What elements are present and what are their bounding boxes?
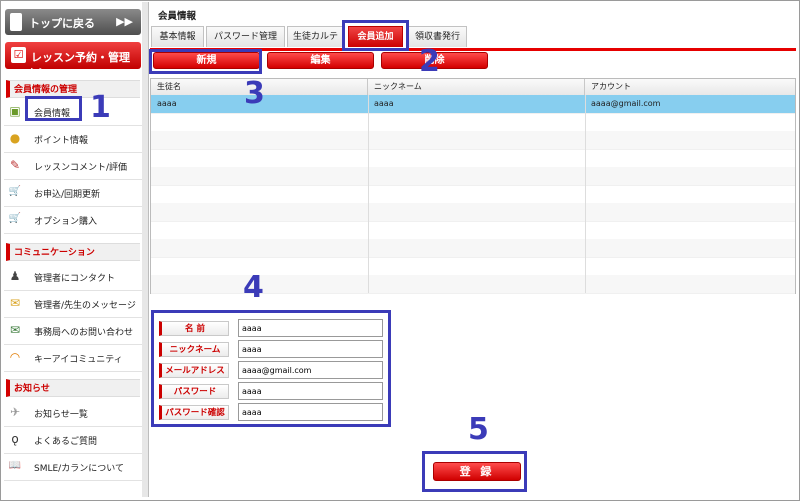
lesson-booking-text: レッスン予約・管理 xyxy=(31,51,130,64)
table-row-empty xyxy=(151,185,795,204)
sidebar-item-label: お知らせ一覧 xyxy=(34,410,88,420)
table-row-empty xyxy=(151,203,795,222)
sidebar-item-label: オプション購入 xyxy=(34,217,98,227)
rainbow-icon: ◠ xyxy=(9,350,21,364)
annotation-number-3: 3 xyxy=(244,76,265,111)
sidebar-item-label: よくあるご質問 xyxy=(34,437,98,447)
tab-basic-info[interactable]: 基本情報 xyxy=(151,26,204,47)
sidebar-item-label: キーアイコミュニティ xyxy=(34,355,123,365)
door-icon xyxy=(10,13,22,31)
sidebar-item-community[interactable]: ◠ キーアイコミュニティ xyxy=(4,344,142,372)
splitter-handle[interactable] xyxy=(142,2,149,497)
edit-button[interactable]: 編集 xyxy=(267,52,374,69)
sidebar-item-label: レッスンコメント/評価 xyxy=(34,163,128,173)
column-header-nickname[interactable]: ニックネーム xyxy=(368,79,585,95)
annotation-box-2 xyxy=(342,20,409,51)
person-icon: ♟ xyxy=(9,269,21,283)
sidebar-item-label: お申込/回期更新 xyxy=(34,190,101,200)
back-to-top-button[interactable]: トップに戻る ▶▶ xyxy=(5,9,141,35)
sidebar-item-label: 管理者にコンタクト xyxy=(34,274,116,284)
lesson-booking-button[interactable]: ☑ レッスン予約・管理 ▶▶ xyxy=(5,42,141,78)
coins-icon: ● xyxy=(9,131,21,145)
microphone-icon: ǫ xyxy=(11,432,19,446)
sidebar-item-label: 事務局へのお問い合わせ xyxy=(34,328,134,338)
section-communication: コミュニケーション xyxy=(6,243,140,261)
annotation-number-2: 2 xyxy=(419,44,440,79)
page-title: 会員情報 xyxy=(158,11,197,22)
annotation-number-5: 5 xyxy=(468,412,489,447)
book-icon: 📖 xyxy=(8,460,22,471)
tab-bar: 基本情報 パスワード管理 生徒カルテ 会員追加 領収書発行 xyxy=(150,26,796,51)
annotation-number-4: 4 xyxy=(243,270,264,305)
double-arrow-icon: ▶▶ xyxy=(31,65,48,78)
annotation-box-1 xyxy=(25,96,82,121)
annotation-box-5 xyxy=(422,451,527,492)
table-row-empty xyxy=(151,239,795,258)
table-row-empty xyxy=(151,221,795,240)
annotation-box-4 xyxy=(151,310,391,427)
column-header-account[interactable]: アカウント xyxy=(585,79,795,95)
section-news: お知らせ xyxy=(6,379,140,397)
sidebar-item-application[interactable]: 🛒 お申込/回期更新 xyxy=(4,179,142,207)
sidebar-item-smle[interactable]: 📖 SMLE/カランについて xyxy=(4,453,142,481)
mail-icon: ✉ xyxy=(9,323,21,337)
sidebar-item-points[interactable]: ● ポイント情報 xyxy=(4,125,142,153)
sidebar-item-messages[interactable]: ✉ 管理者/先生のメッセージ xyxy=(4,290,142,318)
paper-plane-icon: ✈ xyxy=(9,405,21,419)
sidebar-item-label: 管理者/先生のメッセージ xyxy=(34,301,136,311)
column-divider xyxy=(585,95,586,293)
cell-nickname: aaaa xyxy=(374,99,394,108)
sidebar-item-contact-admin[interactable]: ♟ 管理者にコンタクト xyxy=(4,263,142,291)
table-row-empty xyxy=(151,131,795,150)
sidebar-item-inquiry[interactable]: ✉ 事務局へのお問い合わせ xyxy=(4,317,142,345)
table-row-empty xyxy=(151,113,795,132)
sidebar-item-lesson-comment[interactable]: ✎ レッスンコメント/評価 xyxy=(4,152,142,180)
lesson-booking-label: レッスン予約・管理 ▶▶ xyxy=(31,49,141,78)
sidebar-item-label: ポイント情報 xyxy=(34,136,89,146)
member-card-icon: ▣ xyxy=(9,104,21,118)
annotation-box-3 xyxy=(149,49,262,74)
table-row-empty xyxy=(151,167,795,186)
tab-password[interactable]: パスワード管理 xyxy=(206,26,285,47)
cart-icon: 🛒 xyxy=(8,213,22,224)
table-row-empty xyxy=(151,149,795,168)
annotation-number-1: 1 xyxy=(90,90,111,125)
double-arrow-icon: ▶▶ xyxy=(116,15,133,28)
sidebar-item-faq[interactable]: ǫ よくあるご質問 xyxy=(4,426,142,454)
column-divider xyxy=(368,95,369,293)
envelope-icon: ✉ xyxy=(9,296,21,310)
tab-student-chart[interactable]: 生徒カルテ xyxy=(287,26,344,47)
back-to-top-label: トップに戻る xyxy=(29,17,95,30)
cart-icon: 🛒 xyxy=(8,186,22,197)
sidebar-item-option-purchase[interactable]: 🛒 オプション購入 xyxy=(4,206,142,234)
sidebar-item-label: SMLE/カランについて xyxy=(34,464,124,474)
sidebar-item-news-list[interactable]: ✈ お知らせ一覧 xyxy=(4,399,142,427)
sidebar: トップに戻る ▶▶ ☑ レッスン予約・管理 ▶▶ 会員情報の管理 ▣ 会員情報 … xyxy=(2,2,144,497)
checkbox-icon: ☑ xyxy=(11,47,26,63)
note-pencil-icon: ✎ xyxy=(9,158,21,172)
cell-account: aaaa@gmail.com xyxy=(591,99,661,108)
